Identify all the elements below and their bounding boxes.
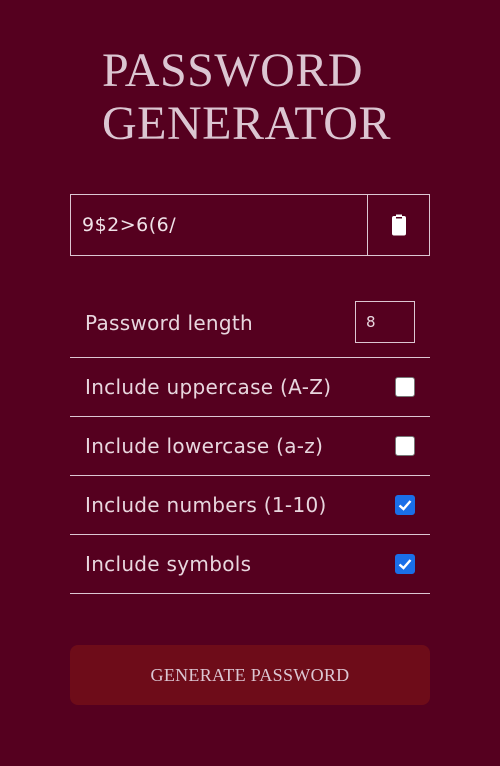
title-line-2: GENERATOR bbox=[102, 97, 391, 150]
password-length-label: Password length bbox=[85, 311, 254, 335]
title-line-1: PASSWORD bbox=[102, 44, 363, 97]
uppercase-label: Include uppercase (A-Z) bbox=[85, 375, 332, 399]
page-title: PASSWORD GENERATOR bbox=[102, 44, 391, 150]
password-result-container: 9$2>6(6/ bbox=[70, 194, 430, 256]
setting-numbers: Include numbers (1-10) bbox=[70, 476, 430, 535]
setting-password-length: Password length bbox=[70, 288, 430, 358]
copy-to-clipboard-button[interactable] bbox=[367, 195, 429, 255]
lowercase-label: Include lowercase (a-z) bbox=[85, 434, 324, 458]
uppercase-checkbox[interactable] bbox=[395, 377, 415, 397]
checkmark-icon bbox=[398, 559, 412, 570]
clipboard-icon bbox=[391, 214, 406, 236]
settings-list: Password length Include uppercase (A-Z) … bbox=[70, 288, 430, 594]
setting-symbols: Include symbols bbox=[70, 535, 430, 594]
password-length-input[interactable] bbox=[355, 301, 415, 343]
checkmark-icon bbox=[398, 500, 412, 511]
numbers-label: Include numbers (1-10) bbox=[85, 493, 327, 517]
setting-uppercase: Include uppercase (A-Z) bbox=[70, 358, 430, 417]
numbers-checkbox[interactable] bbox=[395, 495, 415, 515]
lowercase-checkbox[interactable] bbox=[395, 436, 415, 456]
symbols-label: Include symbols bbox=[85, 552, 252, 576]
password-result: 9$2>6(6/ bbox=[82, 214, 177, 236]
symbols-checkbox[interactable] bbox=[395, 554, 415, 574]
setting-lowercase: Include lowercase (a-z) bbox=[70, 417, 430, 476]
generate-password-button[interactable]: GENERATE PASSWORD bbox=[70, 645, 430, 705]
